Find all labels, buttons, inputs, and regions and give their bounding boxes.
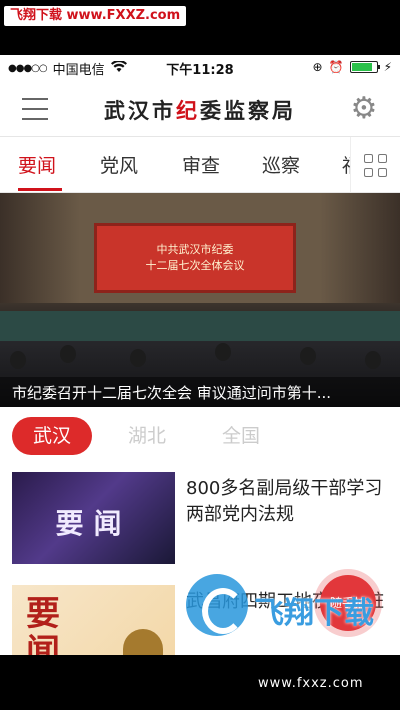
active-tab-indicator <box>18 188 62 191</box>
battery-icon <box>349 61 380 73</box>
status-bar: ●●●○○ 中国电信 下午11:28 ⊕ ⏰ ⚡ <box>0 55 400 81</box>
headline-carousel[interactable]: 中共武汉市纪委 十二届七次全体会议 市纪委召开十二届七次全会 审议通过问市第十.… <box>0 193 400 407</box>
watermark-top-badge: 飞翔下载 www.FXXZ.com <box>4 6 187 26</box>
list-item[interactable]: 要闻 800多名副局级干部学习两部党内法规 <box>12 472 388 568</box>
tab-shencha[interactable]: 审查 <box>182 151 220 178</box>
news-headline[interactable]: 800多名副局级干部学习两部党内法规 <box>186 476 388 528</box>
charging-icon: ⚡ <box>383 60 392 74</box>
news-thumbnail: 要闻 <box>12 472 175 564</box>
orientation-lock-icon: ⊕ <box>312 60 323 74</box>
grid-menu-icon[interactable] <box>350 137 400 192</box>
region-hubei[interactable]: 湖北 <box>112 417 182 455</box>
tab-dangfeng[interactable]: 党风 <box>100 151 138 178</box>
title-highlight: 纪 <box>176 99 200 123</box>
hero-caption[interactable]: 市纪委召开十二届七次全会 审议通过问市第十... <box>0 377 400 407</box>
app-header: 武汉市纪委监察局 ⚙ <box>0 81 400 137</box>
app-screen: ●●●○○ 中国电信 下午11:28 ⊕ ⏰ ⚡ 武汉市纪委监察局 ⚙ 要闻 党… <box>0 55 400 655</box>
tab-xuncha[interactable]: 巡察 <box>262 151 300 178</box>
category-tabs: 要闻 党风 审查 巡察 福 <box>0 137 400 193</box>
news-thumbnail: 要闻 <box>12 585 175 655</box>
gear-icon[interactable]: ⚙ <box>348 93 380 125</box>
tab-yaowen[interactable]: 要闻 <box>18 151 56 178</box>
region-national[interactable]: 全国 <box>206 417 276 455</box>
watermark-url: www.fxxz.com <box>258 676 364 691</box>
watermark-logo-icon <box>186 574 248 636</box>
region-switcher: 武汉 湖北 全国 <box>0 407 400 465</box>
watermark-bottom-text: 飞翔下载 <box>254 596 374 631</box>
watermark-top-band: 飞翔下载 www.FXXZ.com <box>0 0 400 55</box>
lion-statue-icon <box>123 629 163 655</box>
alarm-icon: ⏰ <box>328 60 344 74</box>
page-title: 武汉市纪委监察局 <box>104 99 296 123</box>
meeting-table <box>0 311 400 341</box>
region-wuhan[interactable]: 武汉 <box>12 417 92 455</box>
meeting-banner: 中共武汉市纪委 十二届七次全体会议 <box>94 223 296 293</box>
